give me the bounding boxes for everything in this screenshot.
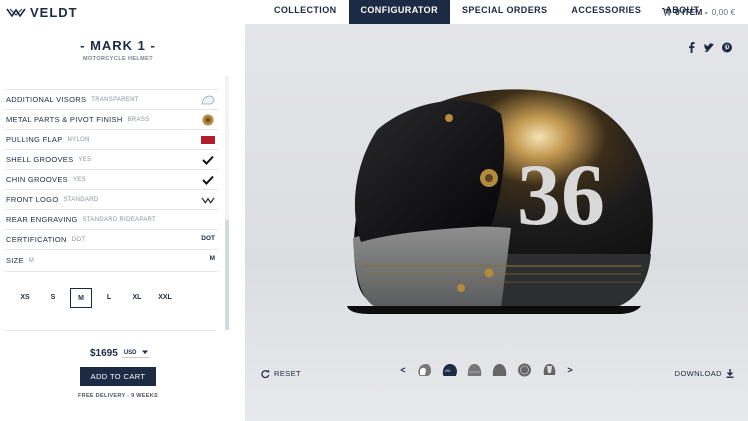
product-title: - MARK 1 - bbox=[80, 38, 156, 53]
pinterest-icon[interactable] bbox=[722, 42, 732, 52]
nav-configurator[interactable]: CONFIGURATOR bbox=[348, 0, 450, 24]
helmet-viewer: 36 RESET < > DOWNLOAD bbox=[245, 24, 748, 421]
veldt-logo-icon bbox=[201, 194, 215, 206]
helmet-render[interactable]: 36 bbox=[341, 78, 661, 318]
reset-label: RESET bbox=[274, 369, 302, 378]
configurator-panel: - MARK 1 - MOTORCYCLE HELMET ADDITIONAL … bbox=[0, 24, 245, 421]
download-label: DOWNLOAD bbox=[674, 369, 722, 378]
helmet-number: 36 bbox=[517, 147, 605, 244]
option-value: STANDARD RIDEAPART bbox=[82, 216, 156, 223]
option-front-logo[interactable]: FRONT LOGO STANDARD bbox=[4, 190, 218, 210]
options-scrollbar-thumb[interactable] bbox=[225, 220, 229, 330]
view-top-thumb[interactable] bbox=[491, 362, 507, 378]
size-xs-button[interactable]: XS bbox=[14, 288, 36, 308]
brand-logo[interactable]: VELDT bbox=[6, 3, 78, 21]
view-front-thumb[interactable] bbox=[441, 362, 457, 378]
top-navigation-bar: VELDT COLLECTION CONFIGURATOR SPECIAL OR… bbox=[0, 0, 748, 24]
option-name: METAL PARTS & PIVOT FINISH bbox=[6, 115, 123, 124]
view-back-thumb[interactable] bbox=[466, 362, 482, 378]
checkmark-icon bbox=[201, 174, 215, 186]
option-value: YES bbox=[72, 176, 86, 183]
main-nav: COLLECTION CONFIGURATOR SPECIAL ORDERS A… bbox=[262, 0, 711, 24]
price-row: $1695 USD bbox=[90, 348, 151, 359]
product-price: $1695 bbox=[90, 348, 118, 359]
thumb-prev-arrow-icon[interactable]: < bbox=[399, 365, 407, 375]
option-value: YES bbox=[78, 156, 92, 163]
option-name: CHIN GROOVES bbox=[6, 175, 68, 184]
options-list: ADDITIONAL VISORS TRANSPARENT METAL PART… bbox=[4, 88, 218, 272]
red-flap-swatch-icon bbox=[201, 134, 215, 146]
cart-count: 0 ITEM - bbox=[675, 6, 708, 17]
option-name: FRONT LOGO bbox=[6, 195, 59, 204]
share-icons bbox=[686, 41, 732, 53]
product-subtitle: MOTORCYCLE HELMET bbox=[83, 56, 153, 62]
twitter-icon[interactable] bbox=[704, 42, 714, 52]
option-name: CERTIFICATION bbox=[6, 235, 67, 244]
helmet-chin-bar bbox=[353, 226, 511, 308]
option-metal-parts[interactable]: METAL PARTS & PIVOT FINISH BRASS bbox=[4, 110, 218, 130]
option-size[interactable]: SIZE M M bbox=[4, 250, 218, 272]
facebook-icon[interactable] bbox=[686, 41, 696, 53]
nav-accessories[interactable]: ACCESSORIES bbox=[559, 0, 653, 24]
option-value: STANDARD bbox=[63, 196, 99, 203]
currency-select[interactable]: USD bbox=[121, 349, 151, 358]
size-m-button[interactable]: M bbox=[70, 288, 92, 308]
delivery-info: FREE DELIVERY - 9 WEEKS bbox=[78, 393, 158, 399]
add-to-cart-button[interactable]: ADD TO CART bbox=[80, 367, 156, 386]
download-button[interactable]: DOWNLOAD bbox=[675, 369, 734, 378]
option-name: REAR ENGRAVING bbox=[6, 215, 78, 224]
view-side-thumb[interactable] bbox=[416, 362, 432, 378]
brass-swatch-icon bbox=[201, 114, 215, 126]
view-thumbnails: < > bbox=[399, 362, 574, 378]
size-selector: XS S M L XL XXL bbox=[14, 288, 176, 308]
chevron-down-icon bbox=[142, 350, 149, 354]
shopping-cart-icon bbox=[662, 8, 671, 16]
cart-summary[interactable]: 0 ITEM - 0,00 € bbox=[662, 0, 735, 24]
size-badge: M bbox=[209, 255, 215, 262]
certification-badge: DOT bbox=[201, 235, 215, 242]
cart-total: 0,00 € bbox=[711, 6, 736, 17]
view-rear-thumb[interactable] bbox=[516, 362, 532, 378]
option-certification[interactable]: CERTIFICATION DOT DOT bbox=[4, 230, 218, 250]
option-value: TRANSPARENT bbox=[91, 96, 139, 103]
size-xxl-button[interactable]: XXL bbox=[154, 288, 176, 308]
sizes-divider bbox=[4, 330, 216, 331]
checkmark-icon bbox=[201, 154, 215, 166]
option-value: M bbox=[28, 257, 35, 264]
brand-name: VELDT bbox=[30, 4, 78, 20]
option-additional-visors[interactable]: ADDITIONAL VISORS TRANSPARENT bbox=[4, 90, 218, 110]
option-name: PULLING FLAP bbox=[6, 135, 63, 144]
visor-icon bbox=[201, 94, 215, 106]
option-value: DOT bbox=[71, 236, 86, 243]
option-value: BRASS bbox=[127, 116, 150, 123]
option-name: SHELL GROOVES bbox=[6, 155, 74, 164]
option-name: ADDITIONAL VISORS bbox=[6, 95, 87, 104]
size-l-button[interactable]: L bbox=[98, 288, 120, 308]
option-name: SIZE bbox=[6, 256, 24, 265]
view-inside-thumb[interactable] bbox=[541, 362, 557, 378]
download-icon bbox=[726, 369, 734, 378]
helmet-visor bbox=[354, 100, 505, 242]
nav-collection[interactable]: COLLECTION bbox=[262, 0, 349, 24]
currency-value: USD bbox=[123, 349, 137, 356]
size-xl-button[interactable]: XL bbox=[126, 288, 148, 308]
option-chin-grooves[interactable]: CHIN GROOVES YES bbox=[4, 170, 218, 190]
option-rear-engraving[interactable]: REAR ENGRAVING STANDARD RIDEAPART bbox=[4, 210, 218, 230]
veldt-logo-icon bbox=[6, 8, 26, 18]
size-s-button[interactable]: S bbox=[42, 288, 64, 308]
reset-button[interactable]: RESET bbox=[261, 369, 301, 378]
option-value: NYLON bbox=[67, 136, 90, 143]
refresh-icon bbox=[261, 369, 270, 378]
option-shell-grooves[interactable]: SHELL GROOVES YES bbox=[4, 150, 218, 170]
thumb-next-arrow-icon[interactable]: > bbox=[566, 365, 574, 375]
option-pulling-flap[interactable]: PULLING FLAP NYLON bbox=[4, 130, 218, 150]
nav-special-orders[interactable]: SPECIAL ORDERS bbox=[450, 0, 559, 24]
